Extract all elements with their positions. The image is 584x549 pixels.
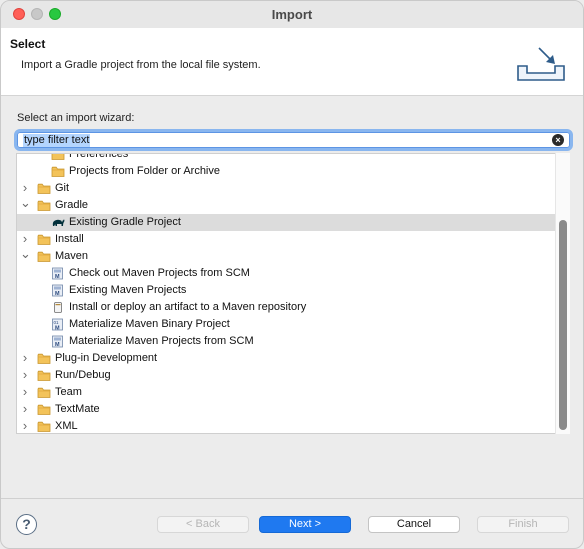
tree-item[interactable]: › Install: [17, 231, 555, 248]
tree-item[interactable]: › Git: [17, 180, 555, 197]
next-button[interactable]: Next >: [259, 516, 351, 533]
maven-icon: M: [51, 335, 65, 348]
clear-filter-icon[interactable]: ×: [552, 134, 564, 146]
tree-item-label: Preferences: [69, 153, 129, 160]
folder-icon: [37, 352, 51, 365]
banner-title: Select: [10, 37, 46, 51]
folder-icon: [37, 403, 51, 416]
filter-input[interactable]: type filter text ×: [14, 129, 573, 151]
filter-input-border: [17, 132, 570, 148]
tree-item-label: Materialize Maven Binary Project: [69, 318, 230, 330]
tree-item-label: Install: [55, 233, 84, 245]
tree-item[interactable]: › TextMate: [17, 401, 555, 418]
tree-item-label: XML: [55, 420, 78, 432]
tree-item[interactable]: Projects from Folder or Archive: [17, 163, 555, 180]
maven-icon: M: [51, 267, 65, 280]
tree-item-label: TextMate: [55, 403, 100, 415]
import-dialog: Import Select Import a Gradle project fr…: [0, 0, 584, 549]
folder-icon: [37, 420, 51, 433]
tree-item[interactable]: › Team: [17, 384, 555, 401]
folder-icon: [37, 386, 51, 399]
folder-icon: [37, 182, 51, 195]
tree-scrollbar[interactable]: [555, 153, 570, 434]
chevron-right-icon[interactable]: ›: [20, 401, 30, 418]
maven-binary-icon: 01 M: [51, 318, 65, 332]
tree-item-label: Git: [55, 182, 70, 194]
folder-icon: [51, 165, 65, 178]
svg-text:M: M: [55, 274, 60, 280]
chevron-right-icon[interactable]: ›: [20, 350, 30, 367]
tree-item[interactable]: Install or deploy an artifact to a Maven…: [17, 299, 555, 316]
help-icon[interactable]: ?: [16, 514, 37, 535]
svg-text:M: M: [55, 326, 60, 332]
tree-item[interactable]: ⌄ Gradle: [17, 196, 555, 214]
chevron-right-icon[interactable]: ›: [20, 384, 30, 401]
banner-message: Import a Gradle project from the local f…: [21, 59, 261, 71]
tree-item[interactable]: › Run/Debug: [17, 367, 555, 384]
finish-button[interactable]: Finish: [477, 516, 569, 533]
tree-scrollbar-thumb[interactable]: [559, 220, 567, 430]
tree-item[interactable]: Existing Gradle Project: [17, 214, 555, 231]
back-button[interactable]: < Back: [157, 516, 249, 533]
tree-item[interactable]: M Check out Maven Projects from SCM: [17, 265, 555, 282]
wizard-banner: Select Import a Gradle project from the …: [1, 28, 583, 96]
svg-text:M: M: [55, 291, 60, 297]
gradle-elephant-icon: [51, 216, 65, 229]
button-bar-divider: [1, 498, 583, 499]
tree-item[interactable]: 01 M Materialize Maven Binary Project: [17, 316, 555, 333]
folder-icon: [37, 369, 51, 382]
import-wizard-icon: [517, 47, 565, 81]
tree-item-label: Team: [55, 386, 82, 398]
tree-item-label: Check out Maven Projects from SCM: [69, 267, 250, 279]
chevron-down-icon[interactable]: ⌄: [20, 247, 31, 265]
tree-item[interactable]: Preferences: [17, 153, 555, 163]
folder-icon: [37, 250, 51, 263]
chevron-down-icon[interactable]: ⌄: [20, 196, 31, 214]
tree-item[interactable]: › XML: [17, 418, 555, 433]
svg-text:01: 01: [54, 320, 60, 325]
tree-item-label: Install or deploy an artifact to a Maven…: [69, 301, 307, 313]
chevron-right-icon[interactable]: ›: [20, 367, 30, 384]
tree-item-label: Projects from Folder or Archive: [69, 165, 220, 177]
wizard-label: Select an import wizard:: [17, 112, 135, 124]
svg-text:M: M: [55, 342, 60, 348]
wizard-tree[interactable]: Preferences Projects from Folder or Archi…: [16, 153, 570, 434]
tree-item[interactable]: ⌄ Maven: [17, 247, 555, 265]
tree-item-label: Existing Gradle Project: [69, 216, 181, 228]
tree-item-label: Materialize Maven Projects from SCM: [69, 335, 254, 347]
tree-item[interactable]: › Plug-in Development: [17, 350, 555, 367]
tree-item-label: Plug-in Development: [55, 352, 158, 364]
preferences-icon: [51, 154, 65, 161]
jar-icon: [51, 301, 65, 314]
cancel-button[interactable]: Cancel: [368, 516, 460, 533]
filter-input-text[interactable]: type filter text: [23, 134, 91, 147]
chevron-right-icon[interactable]: ›: [20, 418, 30, 433]
window-title: Import: [271, 7, 313, 22]
tree-item-label: Run/Debug: [55, 369, 111, 381]
tree-item[interactable]: M Existing Maven Projects: [17, 282, 555, 299]
tree-item-label: Existing Maven Projects: [69, 284, 187, 296]
tree-item[interactable]: M Materialize Maven Projects from SCM: [17, 333, 555, 350]
maven-icon: M: [51, 284, 65, 297]
folder-icon: [37, 199, 51, 212]
tree-item-label: Maven: [55, 250, 89, 262]
tree-item-label: Gradle: [55, 199, 89, 211]
title-bar: Import: [1, 1, 583, 28]
folder-icon: [37, 233, 51, 246]
